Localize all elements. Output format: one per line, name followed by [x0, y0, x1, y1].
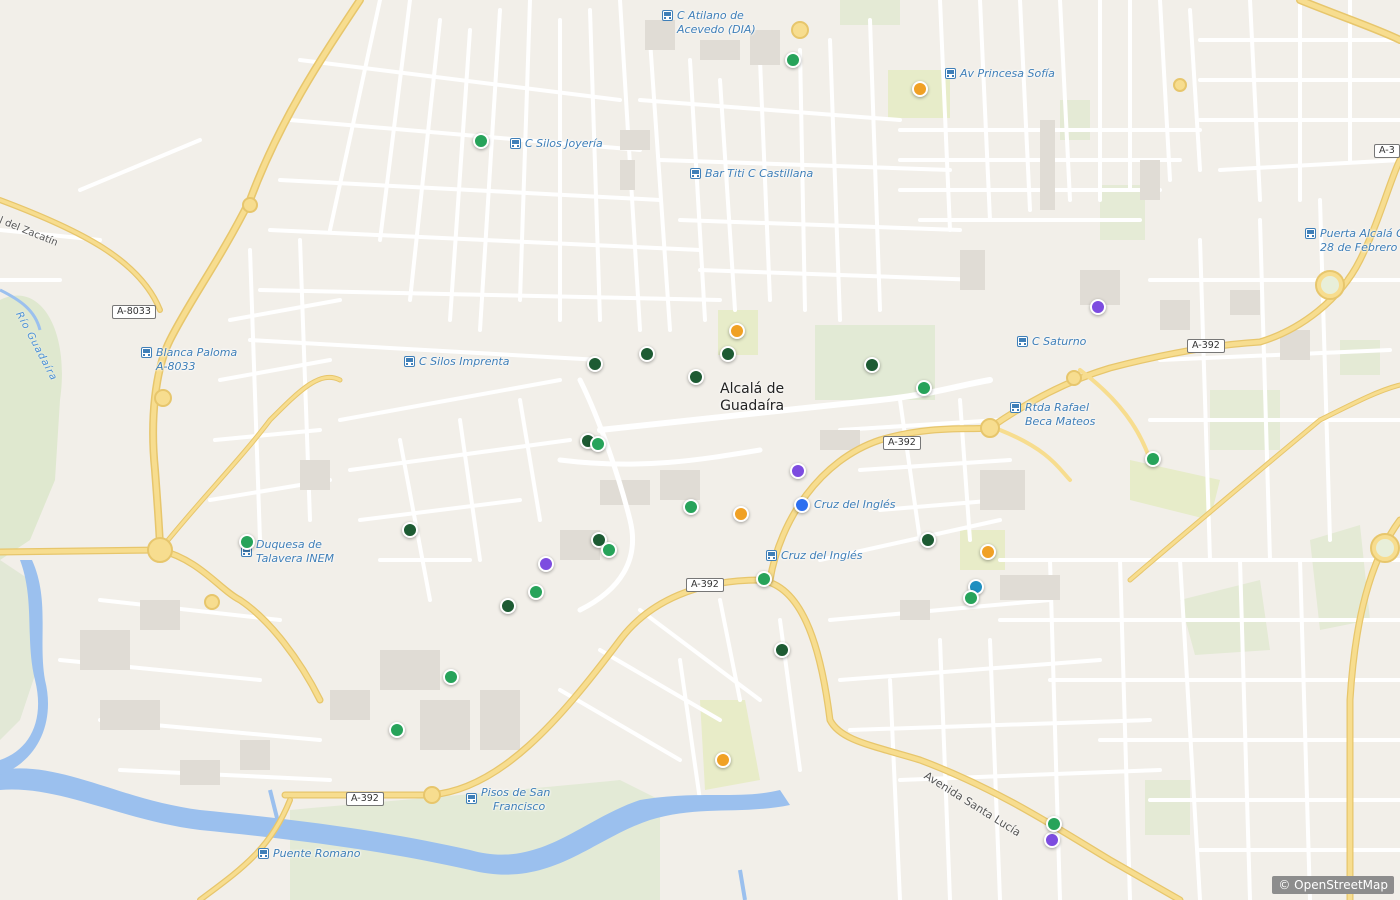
map-marker-purple[interactable]	[1090, 299, 1106, 315]
bus-stop-icon	[141, 347, 152, 358]
city-label-line2: Guadaíra	[720, 398, 785, 414]
map-marker-orange[interactable]	[980, 544, 996, 560]
road-shield-a392: A-392	[686, 578, 724, 592]
bus-stop-silos-imprenta[interactable]: C Silos Imprenta	[404, 355, 510, 369]
bus-stop-saturno[interactable]: C Saturno	[1017, 335, 1086, 349]
bus-stop-label: Bar Titi C Castillana	[705, 167, 814, 180]
bus-stop-icon	[1305, 228, 1316, 239]
bus-stop-icon	[510, 138, 521, 149]
bus-stop-label: Puerta Alcalá C	[1320, 227, 1400, 240]
map-canvas[interactable]: Alcalá de Guadaíra C Atilano de Acevedo (…	[0, 0, 1400, 900]
bus-stop-atilano[interactable]: C Atilano de Acevedo (DIA)	[662, 9, 756, 37]
map-marker-dark-green[interactable]	[720, 346, 736, 362]
road-shield-a392: A-392	[883, 436, 921, 450]
city-label-line1: Alcalá de	[720, 381, 785, 397]
bus-stop-puente-romano[interactable]: Puente Romano	[258, 847, 360, 861]
bus-stop-icon	[404, 356, 415, 367]
bus-stop-label: Blanca Paloma	[156, 346, 238, 359]
map-marker-green[interactable]	[601, 542, 617, 558]
map-marker-green[interactable]	[1046, 816, 1062, 832]
bus-stop-icon	[945, 68, 956, 79]
bus-stop-icon	[690, 168, 701, 179]
map-marker-purple[interactable]	[538, 556, 554, 572]
bus-stop-icon	[766, 550, 777, 561]
map-marker-green[interactable]	[528, 584, 544, 600]
bus-stop-label: C Saturno	[1032, 335, 1087, 348]
map-marker-dark-green[interactable]	[774, 642, 790, 658]
map-marker-dark-green[interactable]	[587, 356, 603, 372]
bus-stop-princesa[interactable]: Av Princesa Sofía	[945, 67, 1055, 81]
road-shield-a392: A-392	[1187, 339, 1225, 353]
bus-stop-bar-titi[interactable]: Bar Titi C Castillana	[690, 167, 813, 181]
map-marker-green[interactable]	[756, 571, 772, 587]
road-shield-a392: A-392	[346, 792, 384, 806]
map-marker-green[interactable]	[683, 499, 699, 515]
bus-stop-rafael-beca[interactable]: Rtda Rafael Beca Mateos	[1010, 401, 1095, 429]
map-marker-dark-green[interactable]	[864, 357, 880, 373]
map-marker-green[interactable]	[963, 590, 979, 606]
bus-stop-cruz-ingles-2[interactable]: Cruz del Inglés	[766, 549, 863, 563]
bus-stop-blanca-paloma[interactable]: Blanca Paloma A-8033	[141, 346, 237, 374]
basemap	[0, 0, 1400, 900]
road-shield-a8033: A-8033	[112, 305, 156, 319]
map-marker-blue[interactable]	[794, 497, 810, 513]
attribution[interactable]: © OpenStreetMap	[1272, 876, 1394, 894]
bus-stop-label: C Silos Joyería	[525, 137, 603, 150]
bus-stop-label: Duquesa de	[256, 538, 322, 551]
bus-stop-label: Puente Romano	[273, 847, 361, 860]
map-marker-green[interactable]	[473, 133, 489, 149]
bus-stop-label: C Silos Imprenta	[419, 355, 510, 368]
map-marker-purple[interactable]	[1044, 832, 1060, 848]
bus-stop-silos-joyeria[interactable]: C Silos Joyería	[510, 137, 603, 151]
map-marker-green[interactable]	[916, 380, 932, 396]
bus-stop-label: Pisos de San	[481, 786, 551, 799]
map-marker-dark-green[interactable]	[920, 532, 936, 548]
road-shield-a3: A-3	[1374, 144, 1400, 158]
bus-stop-cruz-ingles-1[interactable]: Cruz del Inglés	[814, 498, 896, 512]
map-marker-orange[interactable]	[733, 506, 749, 522]
bus-stop-label: Rtda Rafael	[1025, 401, 1089, 414]
bus-stop-icon	[1017, 336, 1028, 347]
map-marker-green[interactable]	[590, 436, 606, 452]
map-marker-orange[interactable]	[912, 81, 928, 97]
bus-stop-icon	[466, 793, 477, 804]
bus-stop-icon	[258, 848, 269, 859]
map-marker-green[interactable]	[785, 52, 801, 68]
bus-stop-label: C Atilano de	[677, 9, 744, 22]
map-marker-green[interactable]	[443, 669, 459, 685]
map-marker-dark-green[interactable]	[402, 522, 418, 538]
bus-stop-pisos-san-francisco[interactable]: Pisos de San Francisco	[466, 786, 550, 814]
map-marker-orange[interactable]	[715, 752, 731, 768]
bus-stop-label: Francisco	[493, 800, 546, 813]
map-marker-green[interactable]	[239, 534, 255, 550]
map-marker-dark-green[interactable]	[688, 369, 704, 385]
bus-stop-label: Beca Mateos	[1025, 415, 1096, 428]
bus-stop-label: Acevedo (DIA)	[677, 23, 756, 36]
bus-stop-label: Cruz del Inglés	[781, 549, 863, 562]
map-marker-green[interactable]	[1145, 451, 1161, 467]
city-label: Alcalá de Guadaíra	[720, 381, 784, 415]
bus-stop-label: 28 de Febrero	[1320, 241, 1398, 254]
bus-stop-icon	[662, 10, 673, 21]
map-marker-dark-green[interactable]	[500, 598, 516, 614]
map-marker-purple[interactable]	[790, 463, 806, 479]
bus-stop-label: A-8033	[156, 360, 196, 373]
map-marker-orange[interactable]	[729, 323, 745, 339]
bus-stop-label: Talavera INEM	[256, 552, 335, 565]
map-marker-dark-green[interactable]	[639, 346, 655, 362]
map-marker-green[interactable]	[389, 722, 405, 738]
bus-stop-puerta-alcala[interactable]: Puerta Alcalá C 28 de Febrero	[1305, 227, 1400, 255]
bus-stop-label: Av Princesa Sofía	[960, 67, 1055, 80]
bus-stop-icon	[1010, 402, 1021, 413]
bus-stop-label: Cruz del Inglés	[814, 498, 896, 511]
